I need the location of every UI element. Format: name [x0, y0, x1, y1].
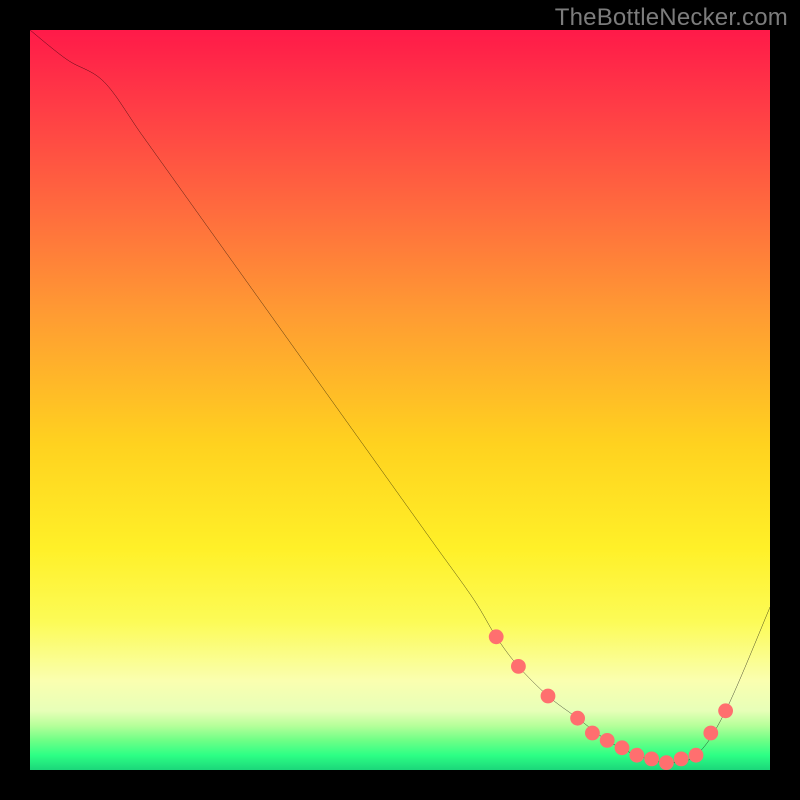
hotspot-dot: [511, 659, 526, 674]
plot-area: [30, 30, 770, 770]
hotspot-dot: [570, 711, 585, 726]
hotspot-dot: [615, 740, 630, 755]
hotspot-markers: [489, 629, 733, 770]
hotspot-dot: [541, 689, 556, 704]
hotspot-dot: [718, 703, 733, 718]
hotspot-dot: [600, 733, 615, 748]
hotspot-dot: [659, 755, 674, 770]
chart-frame: TheBottleNecker.com: [0, 0, 800, 800]
hotspot-dot: [585, 726, 600, 741]
bottleneck-curve: [30, 30, 770, 763]
hotspot-dot: [703, 726, 718, 741]
watermark-text: TheBottleNecker.com: [555, 4, 788, 32]
hotspot-dot: [674, 752, 689, 767]
hotspot-dot: [629, 748, 644, 763]
curve-layer: [30, 30, 770, 770]
hotspot-dot: [689, 748, 704, 763]
hotspot-dot: [489, 629, 504, 644]
hotspot-dot: [644, 752, 659, 767]
